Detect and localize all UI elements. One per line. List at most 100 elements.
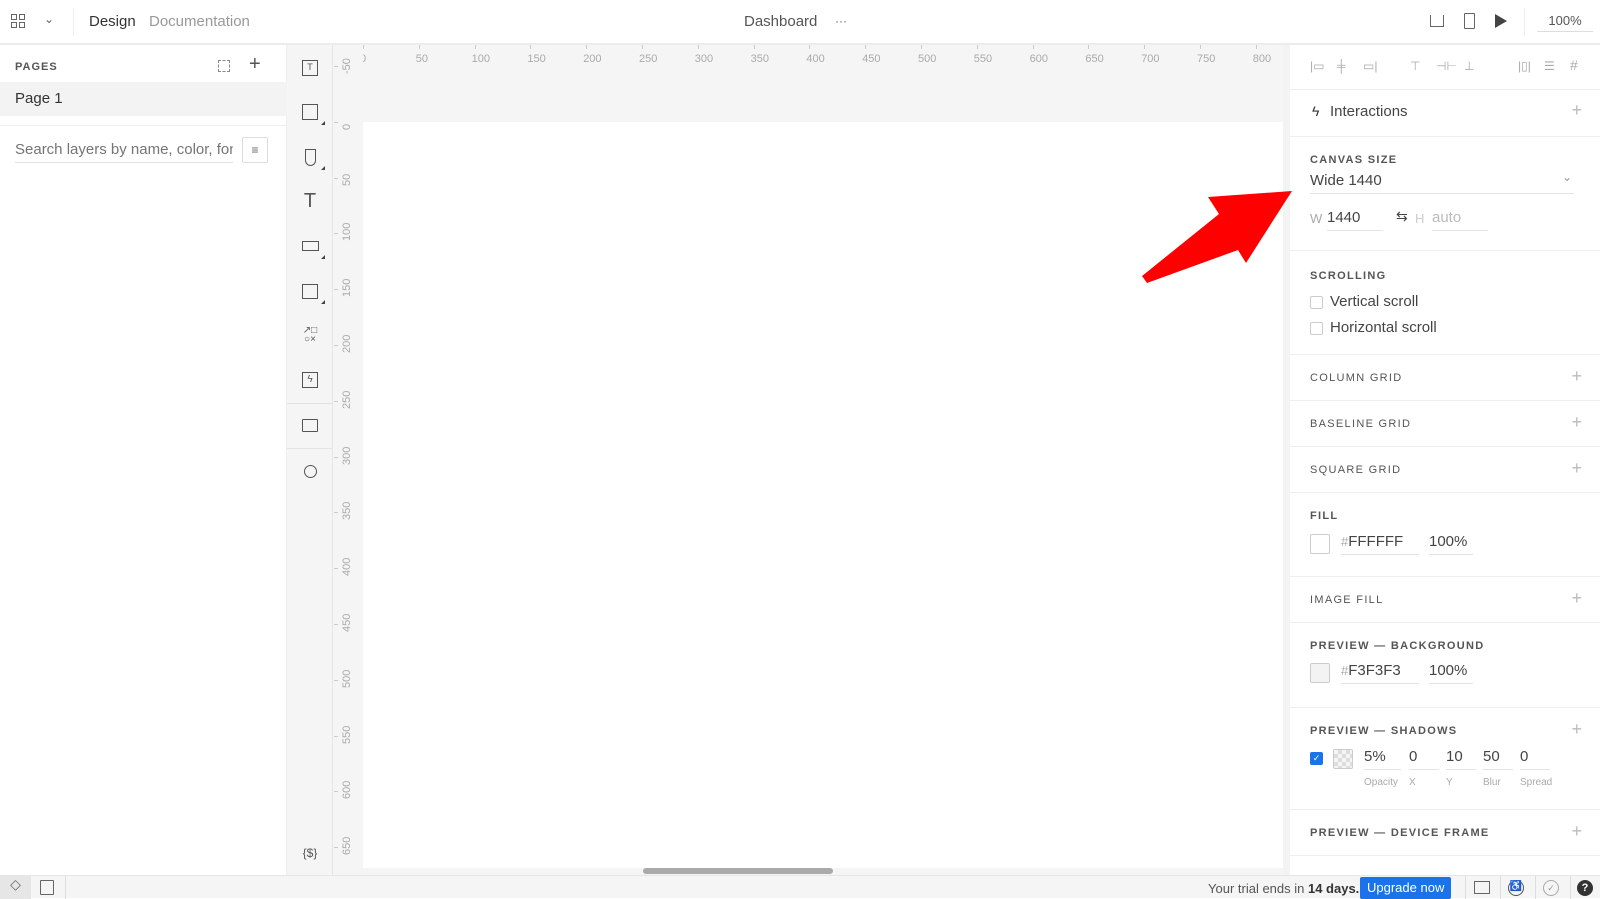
ruler-tick xyxy=(334,512,338,514)
align-right-icon[interactable]: ▭| xyxy=(1363,59,1377,73)
ruler-tick xyxy=(418,45,420,49)
zoom-level[interactable]: 100% xyxy=(1537,13,1593,32)
add-image-fill-icon[interactable]: + xyxy=(1571,588,1582,609)
export-icon[interactable] xyxy=(1430,15,1444,27)
accessibility-icon[interactable]: ♿ xyxy=(1508,880,1524,896)
shadow-opacity-input[interactable]: 5% xyxy=(1364,748,1401,770)
add-page-icon[interactable]: + xyxy=(249,53,261,76)
mode-design-tab[interactable]: Design xyxy=(89,13,136,30)
checks-icon[interactable]: ✓ xyxy=(1543,880,1559,896)
chevron-down-icon[interactable]: ⌄ xyxy=(44,12,54,26)
distribute-h-icon[interactable]: |▯| xyxy=(1518,59,1531,73)
opacity-caption: Opacity xyxy=(1364,777,1398,788)
horizontal-scrollbar[interactable] xyxy=(643,868,833,874)
preview-bg-swatch[interactable] xyxy=(1310,663,1330,683)
more-options-button[interactable]: ··· xyxy=(835,14,847,28)
shadow-x-input[interactable]: 0 xyxy=(1409,748,1439,770)
shadow-color-swatch[interactable] xyxy=(1333,749,1353,769)
swap-dimensions-icon[interactable]: ⇆ xyxy=(1396,208,1408,225)
horizontal-scroll-checkbox[interactable] xyxy=(1310,322,1323,335)
mode-documentation-tab[interactable]: Documentation xyxy=(149,13,250,30)
fill-hex-input[interactable]: #FFFFFF xyxy=(1341,533,1419,555)
button-tool-icon[interactable] xyxy=(295,231,325,261)
vertical-scroll-checkbox[interactable] xyxy=(1310,296,1323,309)
add-square-grid-icon[interactable]: + xyxy=(1571,458,1582,479)
artboard[interactable] xyxy=(363,122,1283,868)
ruler-tick xyxy=(334,121,338,123)
image-tool-icon[interactable] xyxy=(295,276,325,306)
assets-icon[interactable] xyxy=(40,880,54,895)
horizontal-scroll-label[interactable]: Horizontal scroll xyxy=(1330,319,1437,336)
document-title[interactable]: Dashboard xyxy=(744,13,817,30)
baseline-grid-title: BASELINE GRID xyxy=(1310,418,1412,430)
preview-device-frame-section[interactable]: PREVIEW — DEVICE FRAME + xyxy=(1290,810,1600,856)
filter-button[interactable]: ≡ xyxy=(242,137,268,163)
align-bottom-icon[interactable]: ⊥ xyxy=(1464,59,1474,73)
variables-tool-icon[interactable]: {$} xyxy=(295,838,325,868)
fit-pages-icon[interactable] xyxy=(218,60,230,72)
align-center-h-icon[interactable]: ╪ xyxy=(1337,59,1346,73)
upgrade-now-button[interactable]: Upgrade now xyxy=(1360,877,1452,899)
help-icon[interactable]: ? xyxy=(1577,880,1593,896)
device-preview-icon[interactable] xyxy=(1464,13,1475,29)
distribute-v-icon[interactable]: ☰ xyxy=(1544,59,1555,73)
add-column-grid-icon[interactable]: + xyxy=(1571,366,1582,387)
ruler-tick-label: 750 xyxy=(1197,53,1216,65)
ruler-tick xyxy=(334,456,338,458)
vertical-scroll-label[interactable]: Vertical scroll xyxy=(1330,293,1418,310)
canvas-preset-value: Wide 1440 xyxy=(1310,172,1382,189)
page-item-page-1[interactable]: Page 1 xyxy=(0,82,287,116)
preview-bg-opacity-input[interactable]: 100% xyxy=(1429,662,1473,684)
add-baseline-grid-icon[interactable]: + xyxy=(1571,412,1582,433)
shadow-enabled-checkbox[interactable]: ✓ xyxy=(1310,752,1323,765)
align-middle-icon[interactable]: ⊣⊢ xyxy=(1436,59,1457,73)
shadow-y-input[interactable]: 10 xyxy=(1446,748,1476,770)
apps-grid-icon[interactable] xyxy=(11,14,25,28)
ruler-tick-label: 650 xyxy=(1085,53,1104,65)
text-tool-icon[interactable]: T xyxy=(295,186,325,216)
text-box-tool-icon[interactable]: T xyxy=(295,53,325,83)
interactions-label: Interactions xyxy=(1330,103,1408,120)
ruler-tick xyxy=(334,679,338,681)
grid-layout-icon[interactable]: # xyxy=(1570,57,1578,73)
shadow-blur-input[interactable]: 50 xyxy=(1483,748,1513,770)
prototype-settings-icon[interactable] xyxy=(1474,881,1490,894)
page-label: Page 1 xyxy=(15,90,63,107)
height-input[interactable]: auto xyxy=(1432,209,1488,231)
canvas-size-title: CANVAS SIZE xyxy=(1310,154,1398,166)
scrolling-title: SCROLLING xyxy=(1310,270,1387,282)
rectangle-tool-icon[interactable] xyxy=(295,97,325,127)
status-bar: ◇ Your trial ends in 14 days. Upgrade no… xyxy=(0,875,1600,899)
zoom-tool-icon[interactable] xyxy=(295,456,325,486)
shadow-spread-input[interactable]: 0 xyxy=(1520,748,1550,770)
width-input[interactable]: 1440 xyxy=(1327,209,1383,231)
interaction-tool-icon[interactable]: ϟ xyxy=(295,365,325,395)
preview-bg-hex-input[interactable]: #F3F3F3 xyxy=(1341,662,1419,684)
baseline-grid-section[interactable]: BASELINE GRID + xyxy=(1290,401,1600,447)
ruler-tick-label: 200 xyxy=(583,53,602,65)
ruler-tick xyxy=(809,45,811,49)
ruler-tick-label: 550 xyxy=(973,53,993,65)
ruler-tick xyxy=(865,45,867,49)
image-fill-section[interactable]: IMAGE FILL + xyxy=(1290,577,1600,623)
square-grid-section[interactable]: SQUARE GRID + xyxy=(1290,447,1600,493)
align-top-icon[interactable]: ⊤ xyxy=(1410,59,1420,73)
layer-search-input[interactable] xyxy=(15,137,233,163)
pen-tool-icon[interactable] xyxy=(295,142,325,172)
fill-color-swatch[interactable] xyxy=(1310,534,1330,554)
fill-opacity-input[interactable]: 100% xyxy=(1429,533,1473,555)
column-grid-section[interactable]: COLUMN GRID + xyxy=(1290,355,1600,401)
play-icon[interactable] xyxy=(1495,14,1507,28)
lightning-icon: ϟ xyxy=(1312,103,1320,119)
add-interaction-icon[interactable]: + xyxy=(1571,100,1582,121)
components-tool-icon[interactable]: ↗□ ○× xyxy=(295,320,325,350)
comment-tool-icon[interactable] xyxy=(295,410,325,440)
ruler-tick xyxy=(474,45,476,49)
add-device-frame-icon[interactable]: + xyxy=(1571,821,1582,842)
align-left-icon[interactable]: |▭ xyxy=(1310,59,1324,73)
add-shadow-icon[interactable]: + xyxy=(1571,719,1582,740)
ruler-tick xyxy=(586,45,588,49)
interactions-section[interactable]: ϟ Interactions + xyxy=(1290,90,1600,137)
canvas-preset-select[interactable]: Wide 1440 ⌄ xyxy=(1310,170,1574,194)
layers-icon[interactable]: ◇ xyxy=(0,876,31,899)
